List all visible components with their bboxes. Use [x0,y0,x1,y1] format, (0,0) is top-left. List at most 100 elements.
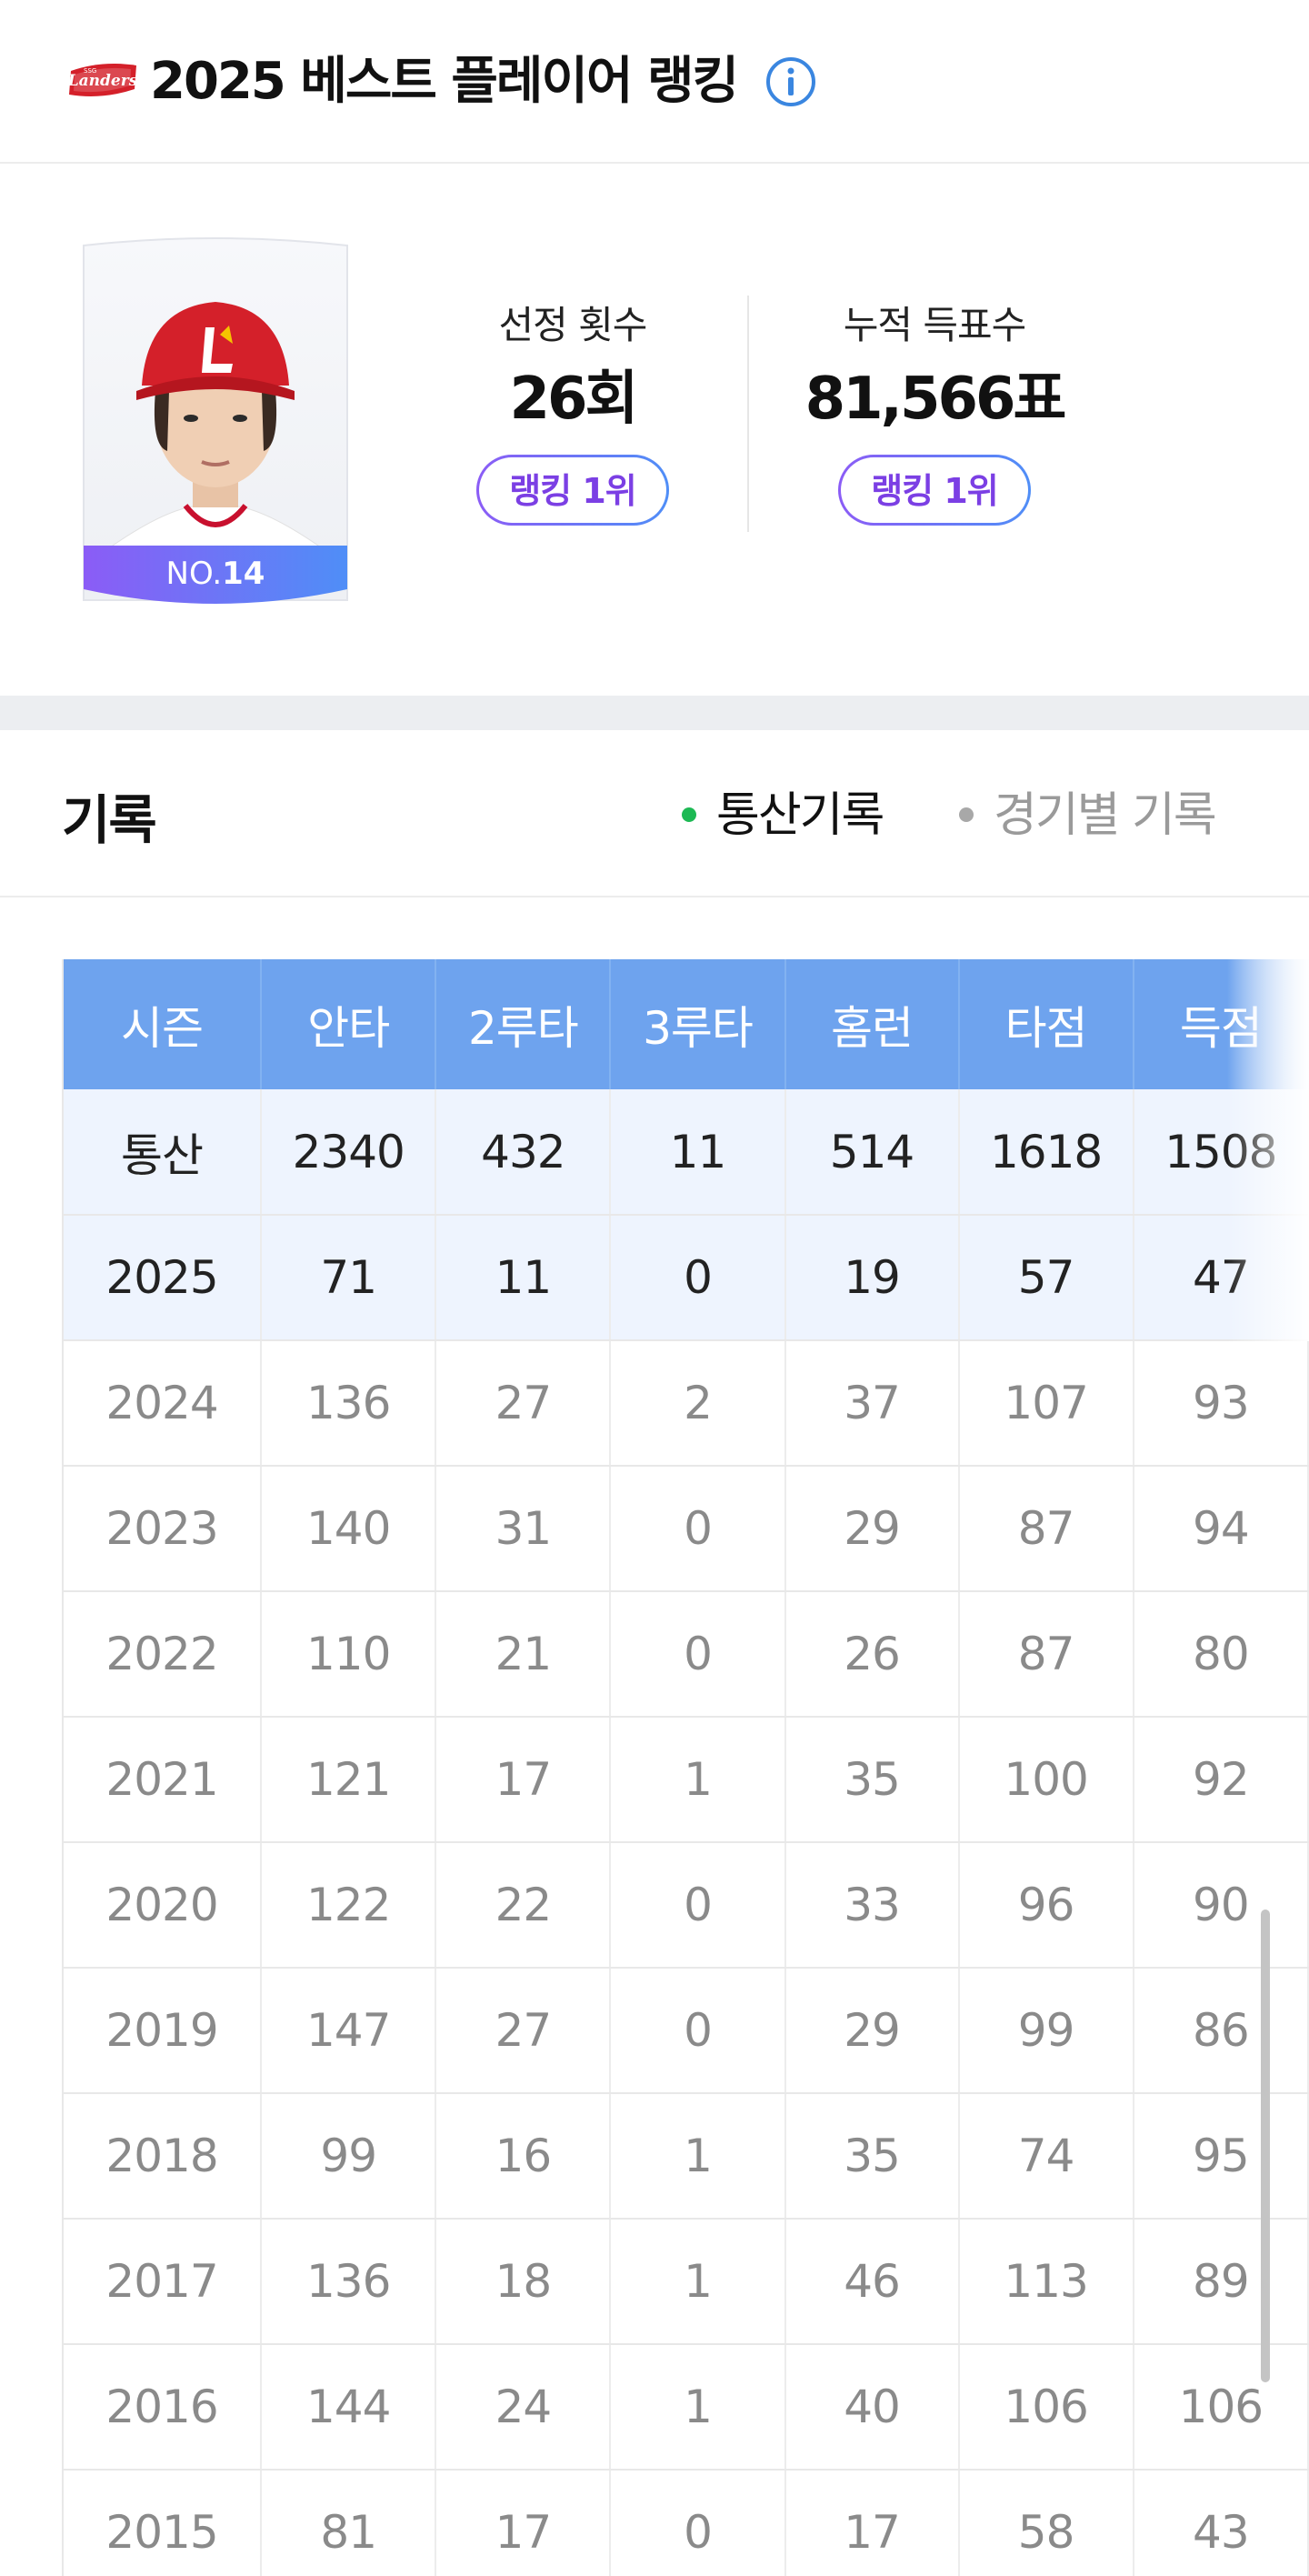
stat-votes-label: 누적 득표수 [843,303,1027,347]
table-cell: 93 [1133,1340,1309,1467]
table-cell: 29 [784,1968,960,2094]
stat-selection-rank[interactable]: 랭킹 1위 [476,455,669,526]
table-cell: 99 [261,2093,437,2220]
table-cell: 74 [958,2093,1134,2220]
inactive-dot-icon [959,807,974,822]
table-cell: 71 [261,1215,437,1341]
table-cell-season: 2015 [62,2470,263,2576]
table-cell: 121 [261,1717,437,1843]
table-cell: 2 [610,1340,786,1467]
table-cell: 136 [261,1340,437,1467]
table-header-row: 시즌 안타 2루타 3루타 홈런 타점 득점 [62,959,1309,1089]
table-cell: 140 [261,1466,437,1592]
table-cell: 19 [784,1215,960,1341]
table-cell: 107 [958,1340,1134,1467]
table-cell: 80 [1133,1591,1309,1718]
table-cell: 86 [1133,1968,1309,2094]
table-cell: 0 [610,2470,786,2576]
table-cell-season: 2025 [62,1215,263,1341]
table-cell-season: 2018 [62,2093,263,2220]
table-cell-season: 2016 [62,2344,263,2471]
player-number: 14 [222,556,265,592]
table-cell: 37 [784,1340,960,1467]
table-cell: 514 [784,1089,960,1216]
table-cell: 17 [784,2470,960,2576]
table-cell-season: 2017 [62,2219,263,2345]
table-cell: 40 [784,2344,960,2471]
table-cell: 136 [261,2219,437,2345]
table-cell: 0 [610,1215,786,1341]
table-cell: 17 [435,1717,612,1843]
stat-votes-value: 81,566표 [804,366,1067,433]
table-cell: 99 [958,1968,1134,2094]
records-table-container[interactable]: 시즌 안타 2루타 3루타 홈런 타점 득점 통산 2340 432 11 514 161… [62,959,1309,2576]
table-cell: 11 [610,1089,786,1216]
table-row: 통산 2340 432 11 514 1618 1508 [62,1089,1309,1216]
svg-text:SSG: SSG [84,67,96,75]
table-cell: 0 [610,1591,786,1718]
section-divider [0,696,1309,730]
table-cell: 22 [435,1842,612,1969]
table-cell: 1 [610,2219,786,2345]
tab-game-records[interactable]: 경기별 기록 [959,784,1217,847]
table-row: 2023 140 31 0 29 87 94 [62,1466,1309,1592]
header-triples: 3루타 [610,959,786,1089]
table-cell: 110 [261,1591,437,1718]
table-cell: 31 [435,1466,612,1592]
stat-selection-label: 선정 횟수 [498,303,648,347]
table-cell: 432 [435,1089,612,1216]
table-cell: 21 [435,1591,612,1718]
table-cell: 147 [261,1968,437,2094]
table-cell: 144 [261,2344,437,2471]
table-row: 2019 147 27 0 29 99 86 [62,1968,1309,2094]
table-cell: 27 [435,1340,612,1467]
table-row: 2025 71 11 0 19 57 47 [62,1215,1309,1341]
vertical-scrollbar[interactable] [1261,1909,1270,2382]
table-cell: 24 [435,2344,612,2471]
table-cell: 94 [1133,1466,1309,1592]
table-row: 2015 81 17 0 17 58 43 [62,2470,1309,2576]
table-row: 2018 99 16 1 35 74 95 [62,2093,1309,2220]
table-cell: 106 [958,2344,1134,2471]
table-cell: 95 [1133,2093,1309,2220]
stat-selection: 선정 횟수 26회 랭킹 1위 [382,300,764,526]
table-row: 2020 122 22 0 33 96 90 [62,1842,1309,1969]
table-cell: 57 [958,1215,1134,1341]
table-body: 통산 2340 432 11 514 1618 1508 2025 71 11 0 19 57 47 202… [62,1089,1309,2576]
table-cell: 90 [1133,1842,1309,1969]
table-cell: 1618 [958,1089,1134,1216]
player-number-prefix: NO. [166,556,223,592]
table-row: 2021 121 17 1 35 100 92 [62,1717,1309,1843]
table-cell: 89 [1133,2219,1309,2345]
table-row: 2024 136 27 2 37 107 93 [62,1340,1309,1467]
table-cell: 1 [610,1717,786,1843]
table-cell: 92 [1133,1717,1309,1843]
table-cell: 87 [958,1466,1134,1592]
header-scroll-fade [1227,959,1309,1089]
table-cell: 1508 [1133,1089,1309,1216]
table-cell: 35 [784,1717,960,1843]
table-cell: 18 [435,2219,612,2345]
table-cell: 122 [261,1842,437,1969]
table-cell-season: 2021 [62,1717,263,1843]
table-cell: 1 [610,2344,786,2471]
table-cell-season: 2019 [62,1968,263,2094]
table-cell: 81 [261,2470,437,2576]
stat-selection-value: 26회 [509,366,639,433]
table-cell: 58 [958,2470,1134,2576]
header-homeruns: 홈런 [784,959,960,1089]
table-cell: 27 [435,1968,612,2094]
table-cell: 43 [1133,2470,1309,2576]
table-cell-season: 2024 [62,1340,263,1467]
tab-total-records[interactable]: 통산기록 [682,784,884,847]
table-cell: 46 [784,2219,960,2345]
table-cell: 33 [784,1842,960,1969]
table-cell: 47 [1133,1215,1309,1341]
records-table: 시즌 안타 2루타 3루타 홈런 타점 득점 통산 2340 432 11 514 161… [62,959,1309,2576]
stat-votes-rank[interactable]: 랭킹 1위 [838,455,1031,526]
records-divider [0,896,1309,897]
table-cell: 35 [784,2093,960,2220]
table-cell: 0 [610,1968,786,2094]
info-icon[interactable] [765,56,816,107]
table-row: 2017 136 18 1 46 113 89 [62,2219,1309,2345]
